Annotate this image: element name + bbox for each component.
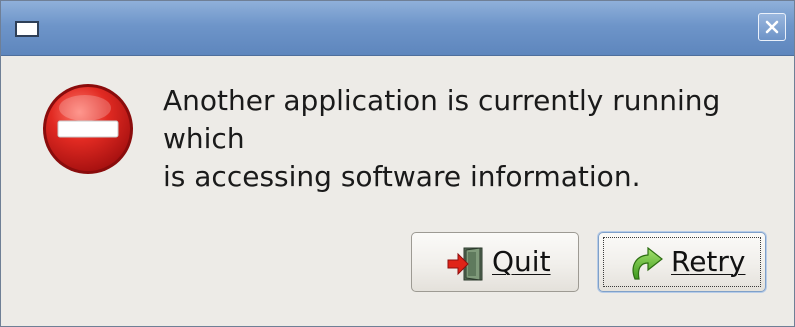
close-button[interactable]	[758, 13, 786, 41]
titlebar	[1, 1, 794, 56]
quit-label-rest: uit	[514, 245, 551, 278]
message-line-2: is accessing software information.	[163, 160, 641, 193]
error-dialog: Another application is currently running…	[0, 0, 795, 327]
dialog-content: Another application is currently running…	[1, 56, 794, 326]
exit-door-icon	[447, 247, 483, 281]
window-menu-icon[interactable]	[15, 21, 39, 37]
quit-mnemonic: Q	[492, 245, 515, 278]
retry-button[interactable]: Retry	[598, 232, 766, 292]
quit-button[interactable]: Quit	[411, 232, 579, 292]
quit-label: Quit	[492, 245, 551, 279]
retry-mnemonic: R	[671, 245, 690, 278]
error-message: Another application is currently running…	[163, 82, 783, 196]
retry-label-rest: etry	[689, 245, 746, 278]
message-line-1: Another application is currently running…	[163, 84, 721, 155]
green-refresh-arrow-icon	[632, 247, 663, 280]
retry-label: Retry	[671, 245, 746, 279]
close-icon	[765, 20, 779, 34]
error-stop-icon	[43, 84, 133, 174]
